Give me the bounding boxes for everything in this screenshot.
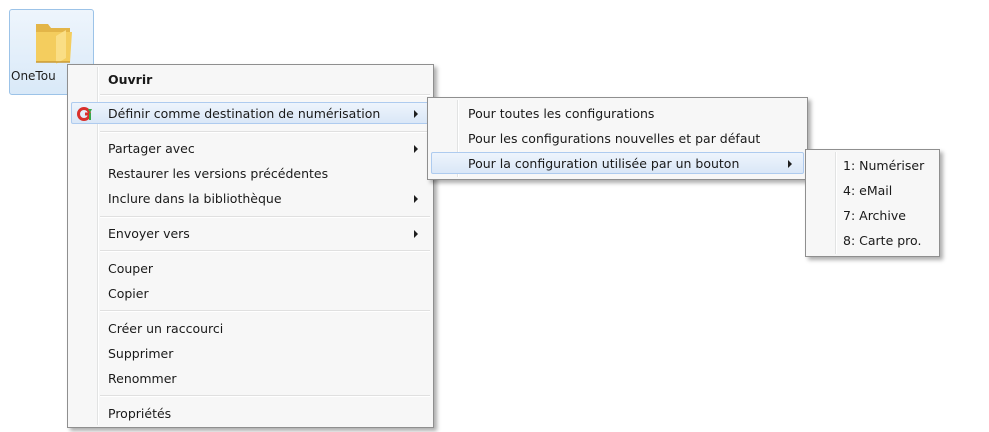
menu-item-include-in-library[interactable]: Inclure dans la bibliothèque <box>71 187 430 209</box>
chevron-right-icon <box>788 160 792 168</box>
menu-separator <box>100 216 430 218</box>
menu-item-send-to[interactable]: Envoyer vers <box>71 222 430 244</box>
menu-item-label: Créer un raccourci <box>108 321 224 336</box>
menu-item-label: 1: Numériser <box>843 158 925 173</box>
menu-item-set-scan-destination[interactable]: Définir comme destination de numérisatio… <box>71 102 430 124</box>
chevron-right-icon <box>414 195 418 203</box>
menu-item-label: 7: Archive <box>843 208 906 223</box>
submenu-scan-destination: Pour toutes les configurations Pour les … <box>427 97 808 180</box>
menu-item-delete[interactable]: Supprimer <box>71 342 430 364</box>
chevron-right-icon <box>414 145 418 153</box>
menu-item-label: Pour toutes les configurations <box>468 106 655 121</box>
menu-item-label: Envoyer vers <box>108 226 190 241</box>
menu-item-label: Supprimer <box>108 346 174 361</box>
submenu-item-all-configurations[interactable]: Pour toutes les configurations <box>431 102 804 124</box>
menu-separator <box>100 94 430 96</box>
menu-item-properties[interactable]: Propriétés <box>71 402 430 424</box>
submenu-item-button-scan[interactable]: 1: Numériser <box>809 154 936 176</box>
scan-app-icon <box>77 107 92 121</box>
menu-item-create-shortcut[interactable]: Créer un raccourci <box>71 317 430 339</box>
menu-item-rename[interactable]: Renommer <box>71 367 430 389</box>
folder-icon <box>36 24 72 64</box>
submenu-item-button-business-card[interactable]: 8: Carte pro. <box>809 229 936 251</box>
menu-item-cut[interactable]: Couper <box>71 257 430 279</box>
menu-item-ouvrir[interactable]: Ouvrir <box>71 68 430 90</box>
chevron-right-icon <box>414 230 418 238</box>
menu-item-label: Restaurer les versions précédentes <box>108 166 329 181</box>
menu-item-label: Copier <box>108 286 149 301</box>
submenu-scan-buttons: 1: Numériser 4: eMail 7: Archive 8: Cart… <box>805 149 940 257</box>
menu-separator <box>100 250 430 252</box>
submenu-item-button-configuration[interactable]: Pour la configuration utilisée par un bo… <box>431 152 804 174</box>
menu-item-label: Inclure dans la bibliothèque <box>108 191 282 206</box>
menu-item-label: Couper <box>108 261 154 276</box>
menu-item-label: Ouvrir <box>108 72 153 87</box>
menu-separator <box>100 310 430 312</box>
menu-item-restore-versions[interactable]: Restaurer les versions précédentes <box>71 162 430 184</box>
menu-item-label: Partager avec <box>108 141 195 156</box>
menu-item-copy[interactable]: Copier <box>71 282 430 304</box>
menu-item-label: Définir comme destination de numérisatio… <box>108 106 381 121</box>
menu-item-label: Propriétés <box>108 406 172 421</box>
menu-item-label: 4: eMail <box>843 183 893 198</box>
submenu-item-button-email[interactable]: 4: eMail <box>809 179 936 201</box>
menu-item-label: Renommer <box>108 371 177 386</box>
menu-item-label: Pour la configuration utilisée par un bo… <box>468 156 740 171</box>
chevron-right-icon <box>414 110 418 118</box>
menu-separator <box>100 131 430 133</box>
menu-item-label: 8: Carte pro. <box>843 233 922 248</box>
submenu-item-button-archive[interactable]: 7: Archive <box>809 204 936 226</box>
menu-item-label: Pour les configurations nouvelles et par… <box>468 131 761 146</box>
desktop-screen: OneTou Ouvrir Définir comme destination … <box>0 0 989 432</box>
folder-name-label: OneTou <box>11 69 56 83</box>
menu-separator <box>100 395 430 397</box>
context-menu: Ouvrir Définir comme destination de numé… <box>67 64 434 428</box>
submenu-item-new-default-configurations[interactable]: Pour les configurations nouvelles et par… <box>431 127 804 149</box>
menu-item-share-with[interactable]: Partager avec <box>71 137 430 159</box>
